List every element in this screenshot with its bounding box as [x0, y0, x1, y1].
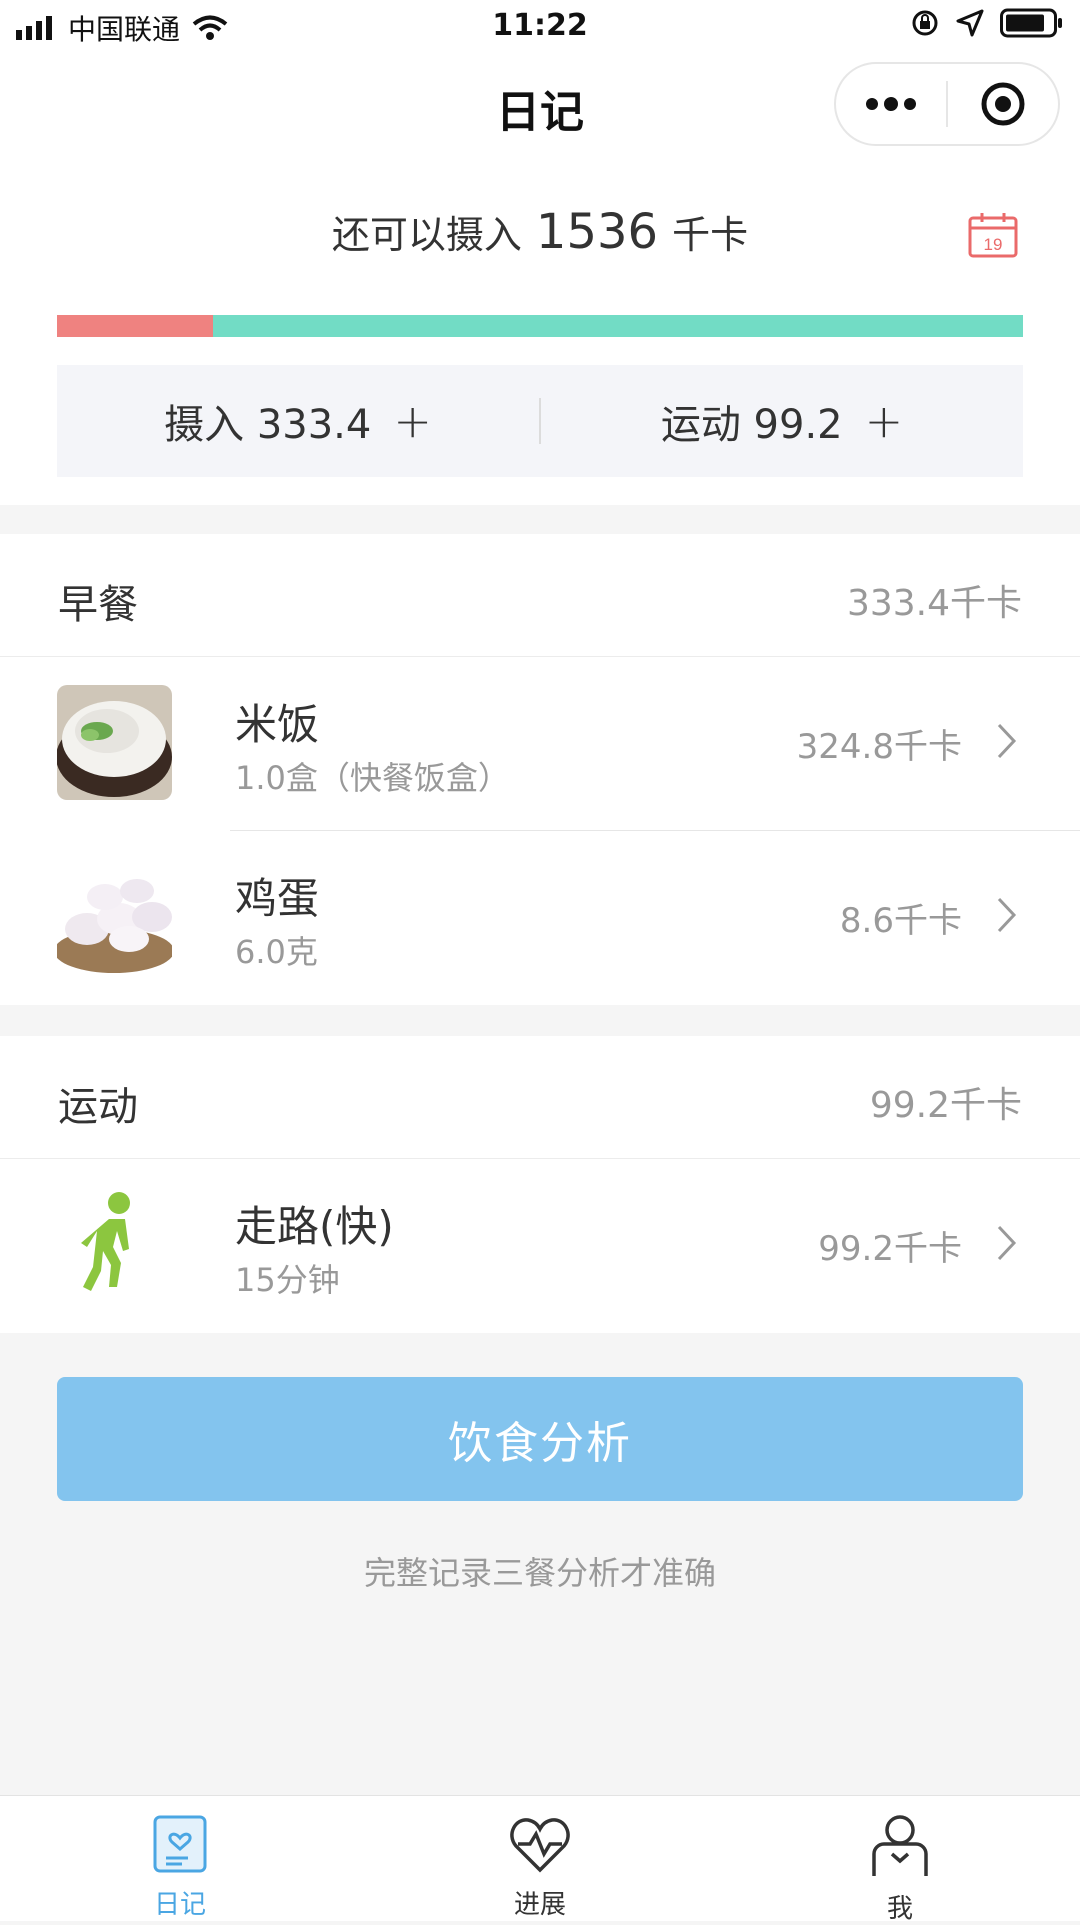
calendar-icon[interactable]: 19 — [968, 212, 1018, 258]
remaining-value: 1536 — [535, 204, 659, 260]
chevron-right-icon — [997, 1225, 1017, 1261]
nav-bar: 日记 — [0, 52, 1080, 160]
analysis-hint: 完整记录三餐分析才准确 — [363, 1554, 716, 1592]
heart-pulse-icon — [510, 1818, 570, 1873]
target-icon — [981, 82, 1025, 126]
calorie-summary: 还可以摄入 1536 千卡 19 摄入 333.4 + 运动 99.2 + — [0, 160, 1080, 505]
diary-icon — [153, 1815, 207, 1873]
food-name: 鸡蛋 — [235, 874, 320, 923]
section-title: 运动 — [58, 1084, 138, 1130]
tab-me[interactable]: 我 — [820, 1814, 980, 1925]
exercise-duration: 15分钟 — [235, 1261, 340, 1299]
tab-label: 日记 — [153, 1890, 206, 1920]
exercise-label: 运动 99.2 — [660, 402, 843, 448]
remaining-prefix: 还可以摄入 — [331, 213, 522, 257]
diet-analysis-button[interactable]: 饮食分析 — [57, 1377, 1023, 1501]
battery-icon — [1000, 8, 1062, 38]
location-arrow-icon — [956, 9, 984, 37]
rotation-lock-icon — [912, 10, 938, 36]
food-portion: 1.0盒（快餐饭盒） — [235, 759, 510, 797]
status-bar: 中国联通 11:22 — [0, 0, 1080, 52]
food-portion: 6.0克 — [235, 933, 318, 971]
exercise-calories: 99.2千卡 — [818, 1229, 962, 1269]
walking-icon — [57, 1187, 172, 1302]
tab-label: 我 — [886, 1894, 913, 1924]
breakfast-section: 早餐 333.4千卡 米饭 1.0盒（快餐饭盒） 324.8千卡 鸡蛋 6.0克… — [0, 534, 1080, 1005]
calendar-day: 19 — [984, 235, 1003, 254]
rice-thumbnail — [57, 685, 172, 800]
food-item-rice[interactable]: 米饭 1.0盒（快餐饭盒） 324.8千卡 — [0, 657, 1080, 831]
more-button[interactable] — [836, 64, 946, 144]
tab-progress[interactable]: 进展 — [460, 1814, 620, 1921]
breakfast-header: 早餐 333.4千卡 — [0, 534, 1080, 657]
plus-icon: + — [864, 394, 904, 448]
intake-label: 摄入 333.4 — [164, 402, 372, 448]
exercise-header: 运动 99.2千卡 — [0, 1036, 1080, 1159]
tab-diary[interactable]: 日记 — [100, 1814, 260, 1921]
food-calories: 8.6千卡 — [839, 901, 962, 941]
plus-icon: + — [393, 394, 432, 448]
exercise-item-walking[interactable]: 走路(快) 15分钟 99.2千卡 — [0, 1159, 1080, 1333]
more-dots-icon — [866, 97, 916, 111]
section-total: 99.2千卡 — [869, 1085, 1022, 1126]
status-right — [910, 8, 1064, 38]
food-name: 米饭 — [235, 700, 320, 749]
egg-thumbnail — [57, 859, 172, 974]
exercise-section: 运动 99.2千卡 走路(快) 15分钟 99.2千卡 — [0, 1036, 1080, 1333]
exercise-name: 走路(快) — [235, 1202, 394, 1251]
section-total: 333.4千卡 — [846, 583, 1022, 624]
food-calories: 324.8千卡 — [796, 727, 962, 767]
intake-exercise-panel: 摄入 333.4 + 运动 99.2 + — [57, 365, 1023, 477]
chevron-right-icon — [997, 897, 1017, 933]
tab-bar: 日记 进展 我 — [0, 1795, 1080, 1924]
tab-label: 进展 — [513, 1890, 566, 1920]
calorie-progress-bar — [57, 315, 1023, 337]
food-item-egg[interactable]: 鸡蛋 6.0克 8.6千卡 — [0, 831, 1080, 1005]
remaining-calories: 还可以摄入 1536 千卡 — [0, 204, 1080, 260]
remaining-unit: 千卡 — [672, 213, 749, 257]
section-title: 早餐 — [58, 582, 138, 628]
user-icon — [872, 1815, 928, 1876]
close-miniprogram-button[interactable] — [948, 64, 1058, 144]
chevron-right-icon — [997, 723, 1017, 759]
mini-program-capsule — [834, 62, 1060, 146]
intake-progress-fill — [57, 315, 214, 337]
add-exercise-button[interactable]: 运动 99.2 + — [541, 365, 1023, 477]
add-intake-button[interactable]: 摄入 333.4 + — [57, 365, 539, 477]
